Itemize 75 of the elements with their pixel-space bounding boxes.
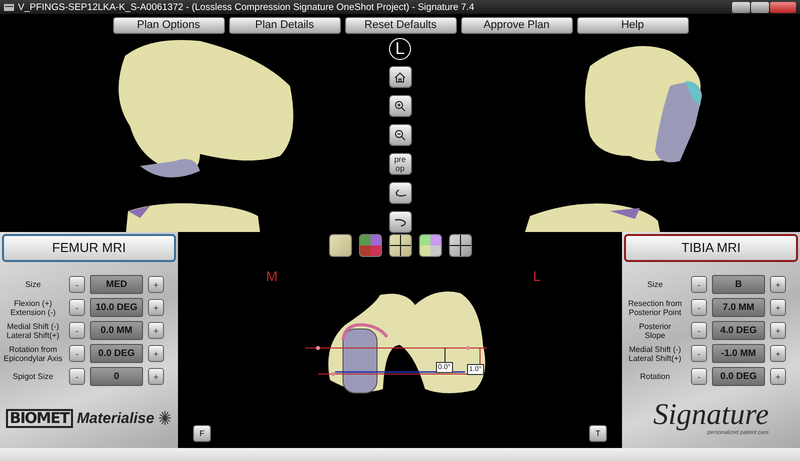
rotate-right-button[interactable] [388,211,412,233]
zoom-in-icon [394,100,406,112]
pre-op-button[interactable]: pre op [388,153,412,175]
decrease-button[interactable]: - [691,368,707,385]
decrease-button[interactable]: - [69,299,85,316]
solid-view-button[interactable] [328,234,352,256]
setting-label: Posterior Slope [638,322,672,340]
decrease-button[interactable]: - [69,322,85,339]
increase-button[interactable]: + [770,368,786,385]
panel-header: FEMUR MRI [2,234,176,262]
increase-button[interactable]: + [148,368,164,385]
setting-value: -1.0 MM [712,344,765,363]
increase-button[interactable]: + [770,276,786,293]
brand-logo: Signature [653,400,769,430]
setting-label: Medial Shift (-) Lateral Shift(+) [628,344,682,362]
crosshair-view-button[interactable] [448,234,472,256]
toolbar-button[interactable]: Plan Options [112,16,224,34]
setting-label: Rotation [639,372,671,381]
setting-value: 0 [90,367,143,386]
increase-button[interactable]: + [148,299,164,316]
window-title: V_PFINGS-SEP12LKA-K_S-A0061372 - (Lossless Compression Signature OneShot Project) - Signature 7.4 [18,2,476,12]
side-label: M [266,268,278,284]
setting-value: 0.0 MM [90,321,143,340]
decrease-button[interactable]: - [69,368,85,385]
setting-label: Spigot Size [12,372,54,381]
zoom-out-icon [394,129,406,141]
setting-label: Rotation from Epicondylar Axis [2,344,64,362]
zoom-out-button[interactable] [388,124,412,146]
crosshair-view-button[interactable] [388,234,412,256]
toolbar-button[interactable]: Plan Details [228,16,340,34]
close-button[interactable] [770,2,796,12]
setting-label: Resection from Posterior Point [627,298,683,316]
increase-button[interactable]: + [770,322,786,339]
decrease-button[interactable]: - [691,299,707,316]
setting-label: Flexion (+) Extension (-) [9,298,57,316]
increase-button[interactable]: + [148,276,164,293]
panel-header: TIBIA MRI [624,234,798,262]
zoom-in-button[interactable] [388,95,412,117]
setting-value: 0.0 DEG [90,344,143,363]
setting-value: B [712,275,765,294]
setting-value: 4.0 DEG [712,321,765,340]
side-label: L [533,268,541,284]
setting-label: Size [24,280,42,289]
toolbar-button[interactable]: Approve Plan [460,16,572,34]
minimize-button[interactable] [732,2,750,12]
decrease-button[interactable]: - [691,322,707,339]
decrease-button[interactable]: - [691,345,707,362]
starburst-icon [158,410,172,426]
rotate-left-button[interactable] [388,182,412,204]
app-icon [4,2,14,12]
view-button[interactable]: F [193,425,211,442]
setting-value: 10.0 DEG [90,298,143,317]
setting-label: Size [646,280,664,289]
colormap-view-button[interactable] [418,234,442,256]
setting-value: 7.0 MM [712,298,765,317]
home-icon [394,72,406,82]
increase-button[interactable]: + [148,322,164,339]
brand-logo: BIOMET [6,408,73,428]
decrease-button[interactable]: - [691,276,707,293]
home-button[interactable] [388,66,412,88]
setting-value: 0.0 DEG [712,367,765,386]
maximize-button[interactable] [751,2,769,12]
brand-logo: Materialise [76,410,154,426]
setting-value: MED [90,275,143,294]
toolbar-button[interactable]: Help [576,16,688,34]
increase-button[interactable]: + [770,345,786,362]
view-button[interactable]: T [589,425,607,442]
increase-button[interactable]: + [148,345,164,362]
toolbar-button[interactable]: Reset Defaults [344,16,456,34]
decrease-button[interactable]: - [69,345,85,362]
colormap-view-button[interactable] [358,234,382,256]
side-badge: L [389,38,411,60]
setting-label: Medial Shift (-) Lateral Shift(+) [6,322,60,340]
increase-button[interactable]: + [770,299,786,316]
decrease-button[interactable]: - [69,276,85,293]
